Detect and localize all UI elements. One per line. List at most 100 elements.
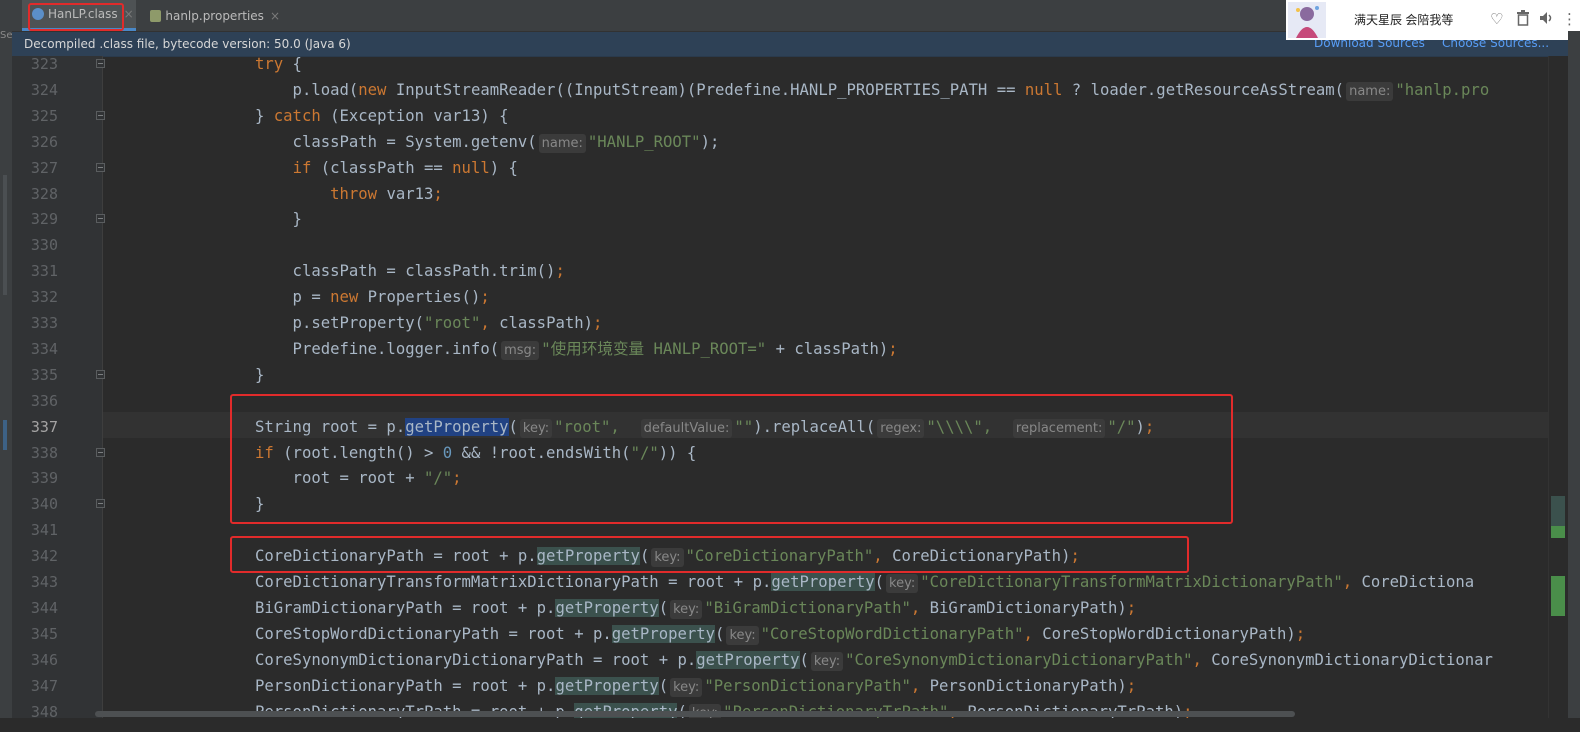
line-number: 342	[30, 547, 58, 566]
line-number: 329	[30, 210, 58, 229]
line-number: 330	[30, 236, 58, 255]
code-token: }	[255, 210, 302, 229]
highlight-box-core-dictionary	[230, 536, 1189, 573]
horizontal-scrollbar[interactable]	[95, 711, 1295, 717]
code-line: classPath = classPath.trim();	[255, 258, 565, 284]
line-number: 344	[30, 598, 58, 617]
line-number: 341	[30, 521, 58, 540]
line-number: 333	[30, 314, 58, 332]
line-number: 331	[30, 262, 58, 281]
code-token: "PersonDictionaryPath"	[704, 676, 911, 695]
code-token: ? loader.getResourceAsStream(	[1062, 80, 1345, 99]
code-token: BiGramDictionaryPath = root + p.	[255, 598, 556, 617]
code-token: null	[1024, 80, 1063, 99]
code-token: p =	[255, 288, 331, 307]
line-number: 337	[30, 417, 58, 436]
code-token: (	[658, 598, 669, 617]
code-line: Predefine.logger.info(msg: "使用环境变量 HANLP_…	[255, 336, 898, 362]
code-token: ;	[555, 262, 565, 281]
code-token: (classPath ==	[311, 158, 453, 177]
code-token: "HANLP_ROOT"	[587, 132, 701, 151]
code-editor[interactable]: try { p.load(new InputStreamReader((Inpu…	[103, 0, 1548, 732]
code-token: Predefine.logger.info(	[255, 339, 500, 358]
code-token: null	[452, 158, 490, 177]
editor-error-stripe[interactable]	[1548, 56, 1569, 732]
scroll-mark	[1551, 576, 1565, 616]
code-line: BiGramDictionaryPath = root + p.getPrope…	[255, 595, 1136, 621]
code-line: }	[255, 206, 302, 232]
code-line: PersonDictionaryPath = root + p.getPrope…	[255, 673, 1136, 699]
scroll-mark	[1551, 526, 1565, 538]
code-token: CoreSynonymDictionaryDictionaryPath = ro…	[255, 650, 697, 669]
code-line: try {	[255, 51, 302, 77]
code-token: catch	[273, 106, 321, 125]
parameter-hint: key:	[670, 677, 703, 697]
line-number: 339	[30, 469, 58, 488]
code-token: ;	[1295, 624, 1306, 643]
code-token: BiGramDictionaryPath)	[929, 598, 1127, 617]
line-number: 343	[30, 573, 58, 591]
code-token: throw	[330, 184, 378, 203]
code-token: ,	[1192, 650, 1212, 669]
code-token: InputStreamReader((InputStream)(Predefin…	[395, 80, 1025, 99]
code-token: ;	[1126, 676, 1137, 695]
code-line: p.setProperty("root", classPath);	[255, 310, 603, 336]
code-token: (	[715, 624, 725, 643]
line-number: 336	[30, 391, 58, 410]
code-token: classPath = classPath.trim()	[255, 262, 556, 281]
right-tool-strip	[1568, 31, 1580, 732]
line-number: 347	[30, 676, 58, 695]
code-token: p.setProperty(	[255, 314, 424, 332]
code-token: ,	[480, 314, 500, 332]
code-token: var13	[377, 184, 434, 203]
code-token: getProperty	[611, 624, 716, 643]
code-token: classPath)	[499, 314, 594, 332]
parameter-hint: key:	[886, 574, 919, 593]
code-token: "BiGramDictionaryPath"	[704, 598, 911, 617]
line-number: 324	[30, 80, 58, 99]
code-line: p = new Properties();	[255, 284, 490, 310]
code-token: PersonDictionaryPath = root + p.	[255, 676, 556, 695]
code-token: new	[330, 288, 368, 307]
code-token: ) {	[489, 158, 518, 177]
code-line: throw var13;	[255, 181, 443, 207]
line-number: 346	[30, 650, 58, 669]
code-token: getProperty	[771, 573, 875, 591]
code-token: ;	[480, 288, 490, 307]
code-token: CoreStopWordDictionaryPath = root + p.	[255, 624, 612, 643]
code-token: Properties()	[367, 288, 481, 307]
code-line: p.load(new InputStreamReader((InputStrea…	[255, 77, 1489, 103]
line-number: 338	[30, 443, 58, 462]
highlight-box-root-block	[230, 394, 1233, 524]
code-token: try	[255, 55, 284, 73]
code-line: CoreSynonymDictionaryDictionaryPath = ro…	[255, 647, 1493, 673]
line-number: 334	[30, 339, 58, 358]
line-number: 328	[30, 184, 58, 203]
line-number-gutter: 323 324 325 326 327 328 329 330 331 332 333 334 335 3…	[12, 55, 105, 732]
line-number: 323	[30, 55, 58, 73]
code-token: ,	[1023, 624, 1043, 643]
code-token: "CoreSynonymDictionaryDictionaryPath"	[845, 650, 1193, 669]
code-line: } catch (Exception var13) {	[255, 103, 509, 129]
code-token: "CoreStopWordDictionaryPath"	[760, 624, 1024, 643]
line-number: 326	[30, 132, 58, 151]
code-token: "使用环境变量 HANLP_ROOT="	[541, 339, 767, 358]
code-token: (Exception var13) {	[320, 106, 509, 125]
code-token: PersonDictionaryPath)	[929, 676, 1127, 695]
more-icon[interactable]: ⋮	[1562, 10, 1577, 28]
parameter-hint: key:	[670, 599, 703, 619]
parameter-hint: name:	[1346, 81, 1394, 101]
left-strip-marker	[3, 175, 7, 295]
parameter-hint: name:	[538, 133, 586, 153]
code-token: p.load(	[255, 80, 359, 99]
code-line: if (classPath == null) {	[255, 155, 518, 181]
code-token: + classPath)	[766, 339, 889, 358]
bottom-area	[0, 718, 1580, 732]
code-token: );	[700, 132, 720, 151]
code-token: {	[283, 55, 302, 73]
line-number: 327	[30, 158, 58, 177]
line-number: 325	[30, 106, 58, 125]
line-number: 340	[30, 495, 58, 514]
line-number: 335	[30, 365, 58, 384]
